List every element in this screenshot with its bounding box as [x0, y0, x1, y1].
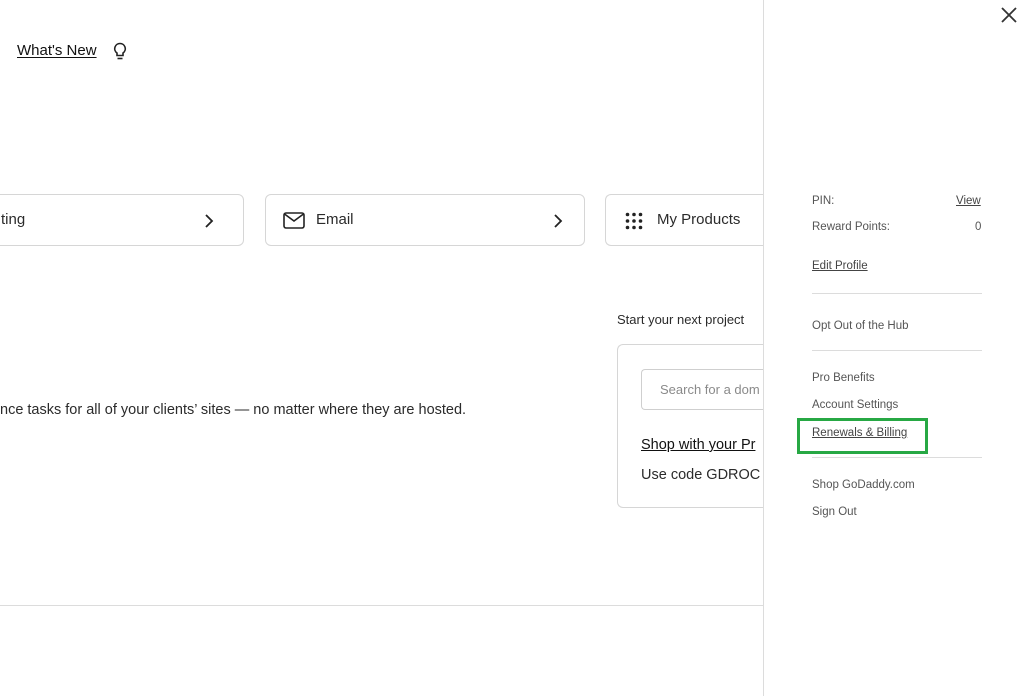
project-title: Start your next project [617, 312, 745, 327]
pro-benefits-link[interactable]: Pro Benefits [812, 372, 875, 384]
search-placeholder: Search for a dom [660, 382, 760, 397]
reward-points-value: 0 [975, 221, 982, 233]
account-settings-link[interactable]: Account Settings [812, 399, 898, 411]
highlight-box [797, 418, 928, 454]
drawer-divider [812, 457, 982, 458]
chevron-right-icon [554, 214, 563, 228]
whats-new-link[interactable]: What's New [17, 42, 97, 59]
promo-code-text: Use code GDROC [641, 467, 761, 483]
grid-icon [625, 212, 643, 230]
shop-pro-link[interactable]: Shop with your Pr [641, 437, 755, 453]
sign-out-link[interactable]: Sign Out [812, 506, 857, 518]
lightbulb-icon[interactable] [112, 42, 128, 62]
nav-card-label: ting [1, 211, 26, 228]
nav-card-email[interactable]: Email [265, 194, 585, 246]
pin-label: PIN: [812, 195, 835, 207]
divider [0, 605, 763, 606]
close-icon[interactable] [999, 5, 1019, 25]
nav-card-label: My Products [657, 211, 741, 228]
opt-out-hub-link[interactable]: Opt Out of the Hub [812, 320, 909, 332]
envelope-icon [283, 212, 305, 229]
reward-points-label: Reward Points: [812, 221, 890, 233]
pin-view-link[interactable]: View [956, 195, 981, 207]
edit-profile-link[interactable]: Edit Profile [812, 260, 868, 272]
chevron-right-icon [205, 214, 214, 228]
drawer-divider [812, 293, 982, 294]
drawer-divider [812, 350, 982, 351]
description-text: nce tasks for all of your clients’ sites… [0, 402, 467, 418]
account-drawer [763, 0, 1024, 696]
nav-card-label: Email [316, 211, 354, 228]
nav-card-hosting[interactable]: ting [0, 194, 244, 246]
nav-card-my-products[interactable]: My Products [605, 194, 785, 246]
shop-godaddy-link[interactable]: Shop GoDaddy.com [812, 479, 915, 491]
